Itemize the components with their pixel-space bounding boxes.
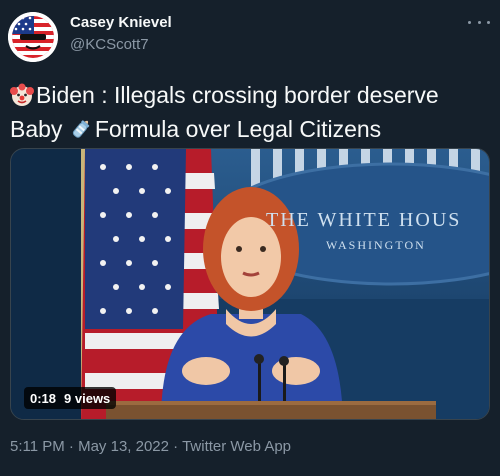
backdrop-sign-title: THE WHITE HOUS — [266, 209, 462, 231]
user-display-name[interactable]: Casey Knievel — [70, 14, 172, 31]
more-options-icon[interactable] — [468, 14, 490, 30]
meta-separator: · — [64, 438, 79, 455]
tweet-text: Biden : Illegals crossing border deserve… — [10, 80, 490, 148]
tweet-card: Casey Knievel @KCScott7 Biden : Illegals… — [0, 0, 500, 476]
tweet-source-app[interactable]: Twitter Web App — [182, 438, 291, 455]
avatar[interactable] — [8, 12, 58, 62]
tweet-text-segment: Baby — [10, 116, 69, 142]
clown-face-icon — [10, 83, 34, 114]
baby-bottle-icon — [69, 117, 93, 148]
tweet-time[interactable]: 5:11 PM — [10, 438, 65, 455]
tweet-text-line-2: Baby Formula over Legal Citizens — [10, 114, 490, 148]
user-handle[interactable]: @KCScott7 — [70, 36, 149, 53]
video-player[interactable]: THE WHITE HOUS WASHINGTON 0:18 9 views — [10, 148, 490, 420]
tweet-text-line-1: Biden : Illegals crossing border deserve — [10, 80, 490, 114]
meta-separator: · — [169, 438, 183, 455]
video-info-badge: 0:18 9 views — [24, 387, 117, 409]
backdrop-sign: THE WHITE HOUS WASHINGTON — [266, 209, 489, 253]
tweet-text-segment: Formula over Legal Citizens — [94, 116, 382, 142]
tweet-date[interactable]: May 13, 2022 — [78, 438, 169, 455]
video-duration: 0:18 — [30, 390, 57, 406]
flag-avatar-icon — [8, 12, 58, 62]
tweet-text-segment: Biden : Illegals crossing border deserve — [36, 82, 439, 108]
backdrop-sign-subtitle: WASHINGTON — [326, 238, 426, 252]
video-frame — [11, 149, 489, 419]
tweet-metadata: 5:11 PM · May 13, 2022 · Twitter Web App — [10, 438, 291, 455]
video-view-count: 9 views — [64, 390, 111, 406]
